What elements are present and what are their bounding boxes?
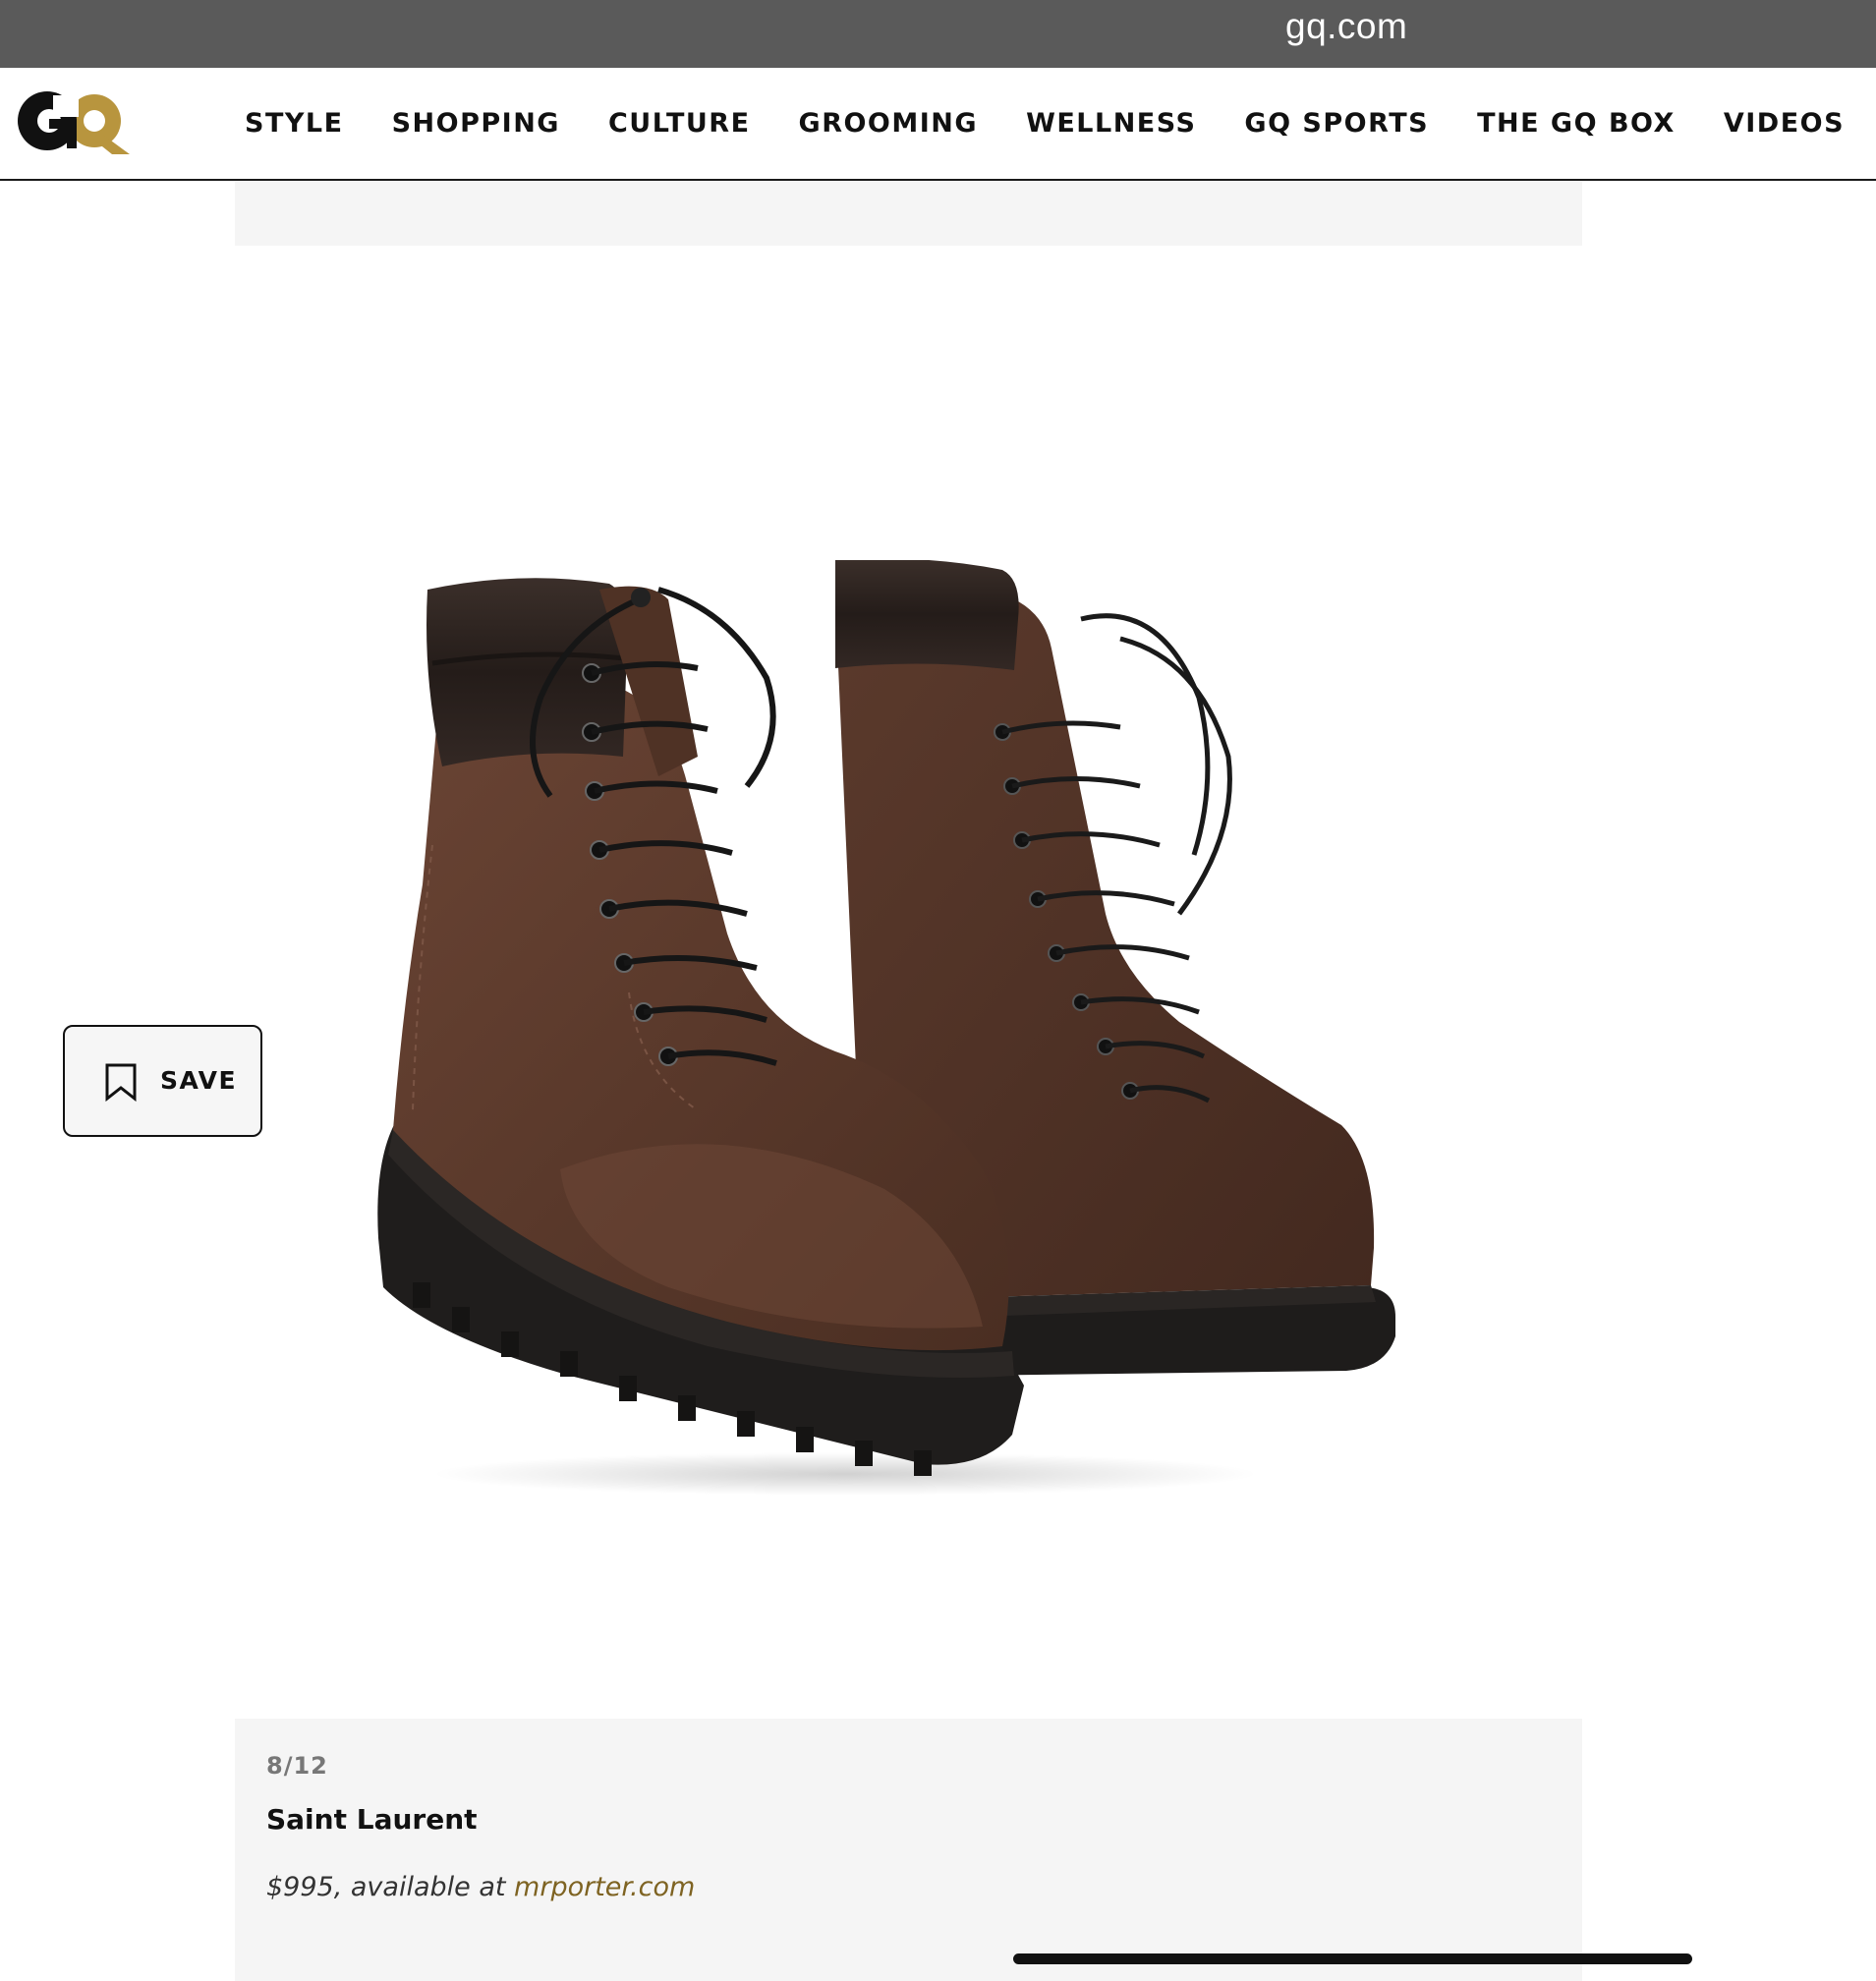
slide-counter: 8/12 [266,1752,328,1780]
nav-item-grooming[interactable]: GROOMING [799,108,979,139]
price-text: $995, available at [266,1872,515,1902]
nav-item-culture[interactable]: CULTURE [608,108,751,139]
nav-item-videos[interactable]: VIDEOS [1724,108,1845,139]
previous-caption-band [235,181,1582,246]
browser-url-bar[interactable]: gq.com [0,0,1876,68]
gq-logo[interactable] [14,89,137,158]
boots-illustration [377,558,1395,1496]
save-button[interactable]: SAVE [63,1025,262,1137]
home-indicator[interactable] [1013,1953,1692,1964]
nav-item-the-gq-box[interactable]: THE GQ BOX [1477,108,1676,139]
bookmark-icon [105,1063,137,1102]
slide-caption: 8/12 Saint Laurent $995, available at mr… [235,1719,1582,1981]
retailer-link[interactable]: mrporter.com [514,1872,695,1902]
product-title: Saint Laurent [266,1803,478,1836]
save-button-label: SAVE [160,1066,238,1095]
nav-item-gq-sports[interactable]: GQ SPORTS [1244,108,1429,139]
price-line: $995, available at mrporter.com [266,1872,695,1902]
page: gq.com STYLE SHOPPING CULTURE GROOMING W… [0,0,1876,1981]
gq-logo-mark [18,91,130,154]
main-nav: STYLE SHOPPING CULTURE GROOMING WELLNESS… [245,68,1876,179]
nav-item-style[interactable]: STYLE [245,108,344,139]
nav-item-shopping[interactable]: SHOPPING [392,108,560,139]
product-image-boots[interactable] [373,558,1415,1503]
nav-item-wellness[interactable]: WELLNESS [1026,108,1196,139]
site-header: STYLE SHOPPING CULTURE GROOMING WELLNESS… [0,68,1876,181]
url-text[interactable]: gq.com [1285,6,1407,47]
